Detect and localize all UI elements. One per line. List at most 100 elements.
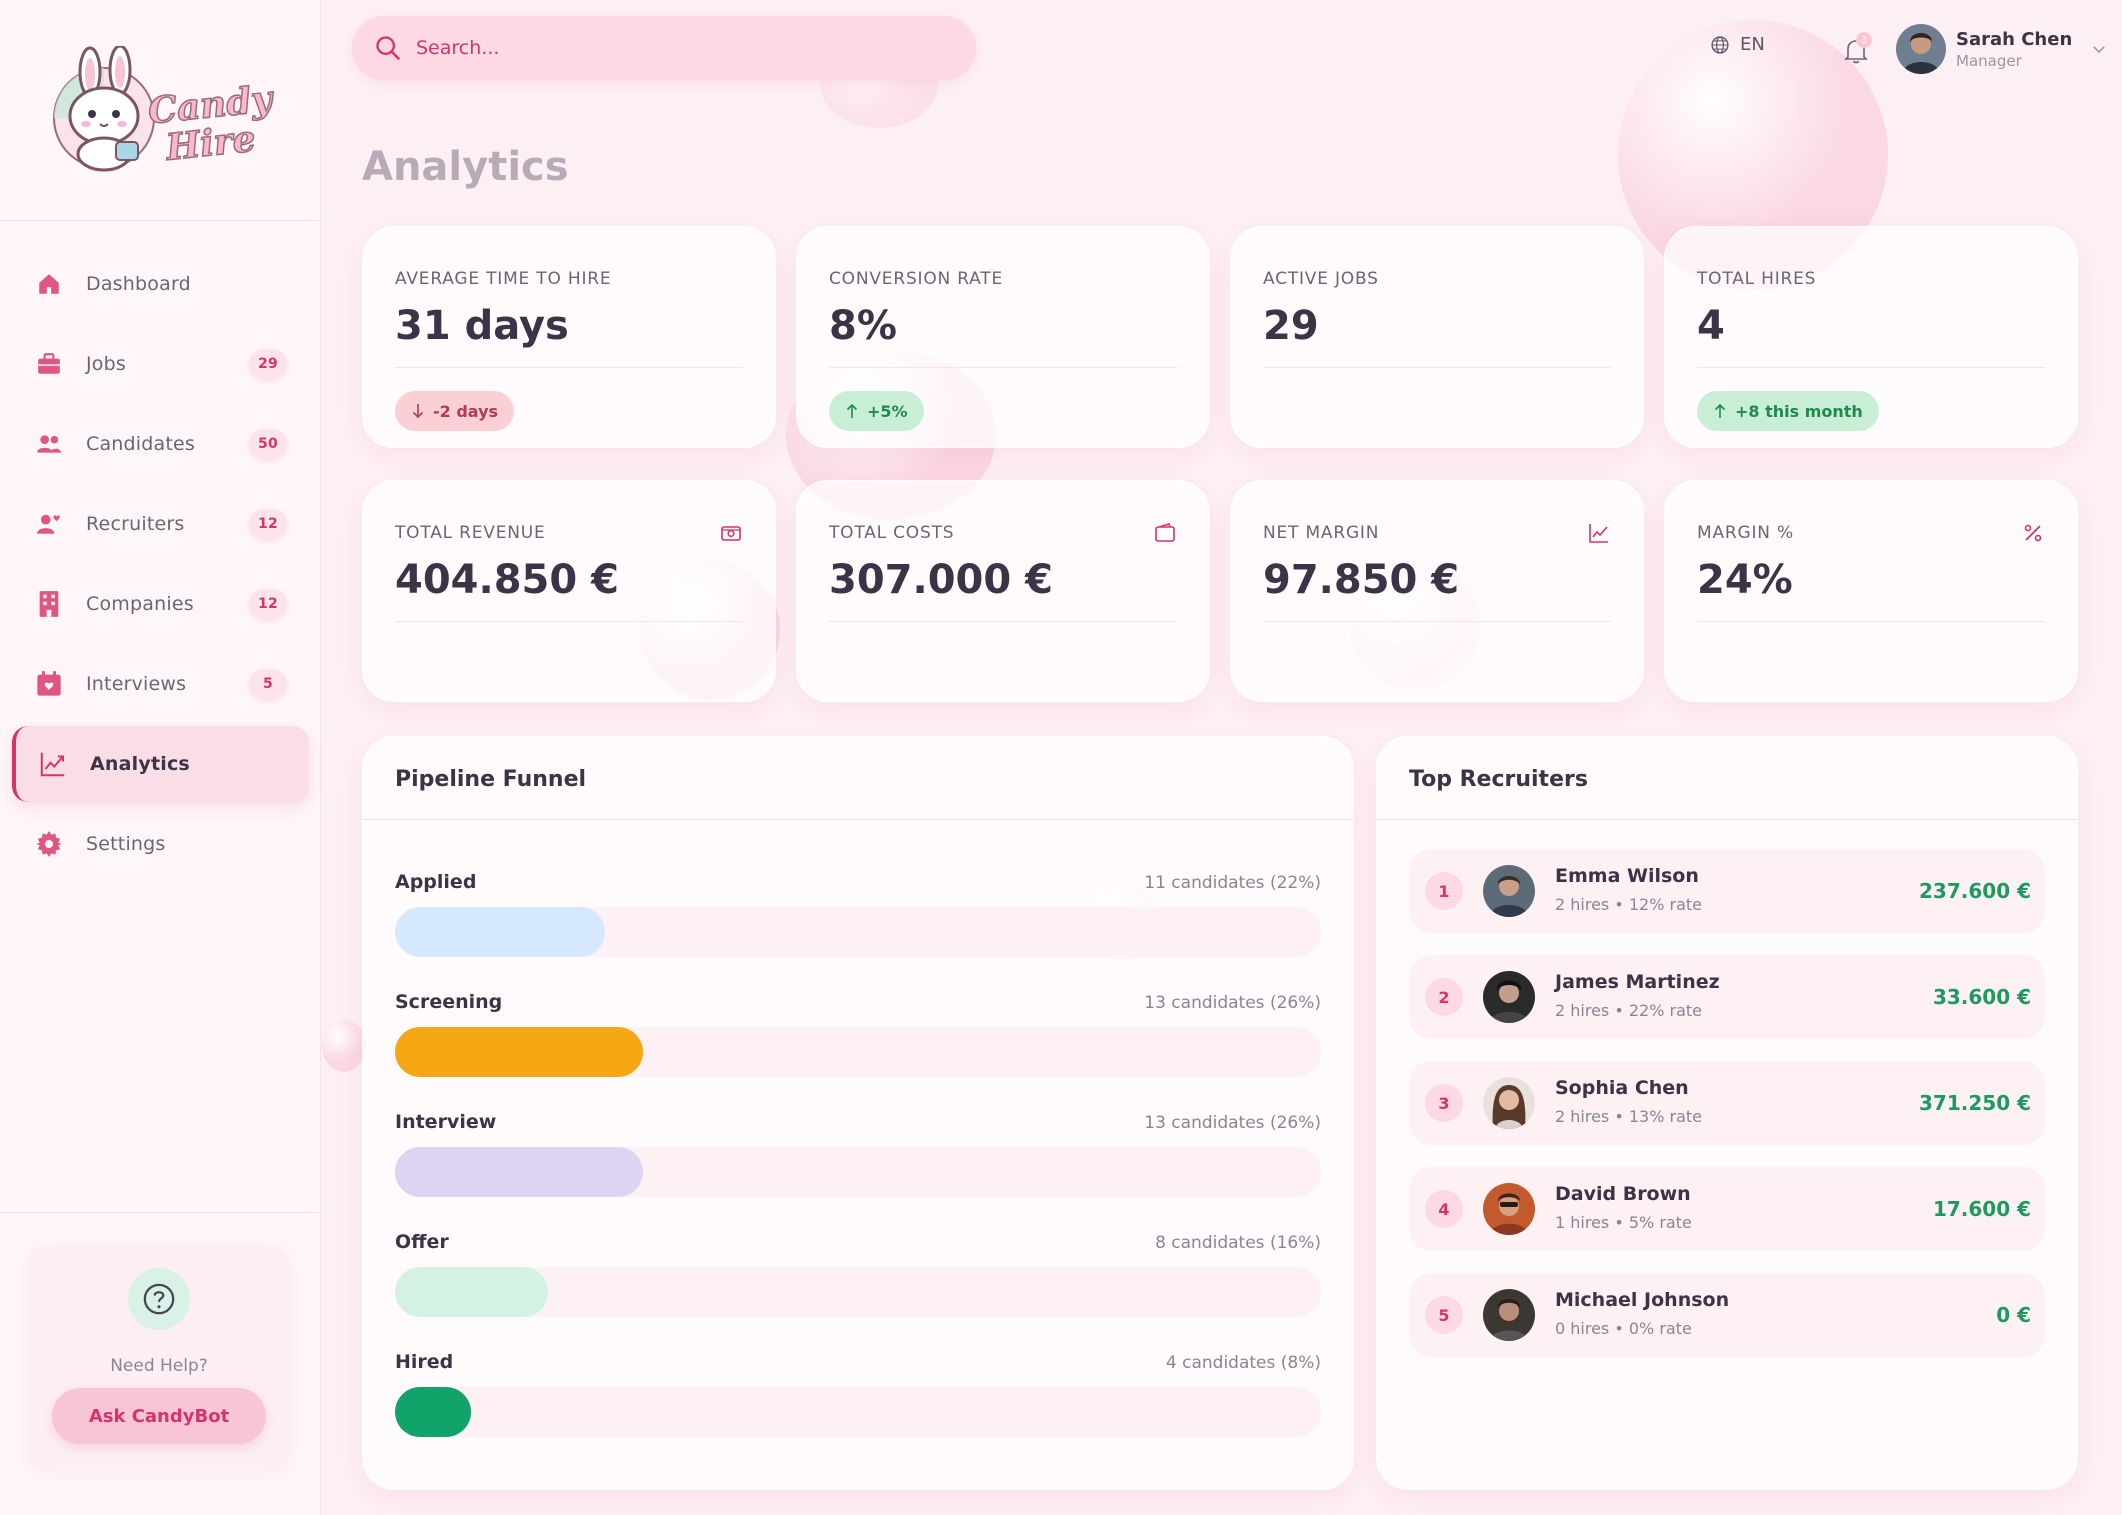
user-name: Sarah Chen [1956,28,2073,50]
sidebar-item-candidates[interactable]: Candidates 50 [12,406,309,482]
sidebar: Candy Hire Dashboard Jobs 29 Candidates … [0,0,321,1515]
stat-label: NET MARGIN [1263,523,1380,543]
gear-icon [34,829,64,859]
panel-title: Pipeline Funnel [395,767,587,792]
trend-up-icon [1589,524,1608,543]
language-selector[interactable]: EN [1710,34,1765,55]
wallet-icon [1155,523,1175,542]
search-icon [376,36,400,60]
avatar [1483,1183,1535,1235]
sidebar-item-label: Jobs [86,353,126,375]
sidebar-item-label: Settings [86,833,166,855]
help-text: Need Help? [110,1356,208,1376]
count-badge: 50 [249,429,287,459]
people-icon [34,429,64,459]
arrow-up-icon [1714,403,1726,418]
briefcase-icon [34,349,64,379]
notification-count-badge: 3 [1856,32,1872,48]
brand-name: Candy Hire [145,77,278,170]
sidebar-item-companies[interactable]: Companies 12 [12,566,309,642]
user-menu[interactable]: Sarah Chen Manager [1896,24,2108,74]
building-icon [34,589,64,619]
count-badge: 5 [249,669,287,699]
avatar [1483,1077,1535,1129]
trend-chip: -2 days [395,391,515,431]
notifications-button[interactable]: 3 [1844,32,1872,66]
panel-title: Top Recruiters [1409,767,1588,792]
sidebar-item-interviews[interactable]: Interviews 5 [12,646,309,722]
trend-chip-label: -2 days [433,401,499,421]
funnel-bar [395,907,605,957]
avatar [1483,865,1535,917]
divider [829,621,1177,622]
recruiter-row[interactable]: 1 Emma Wilson 2 hires • 12% rate 237.600… [1409,849,2045,933]
sidebar-item-label: Companies [86,593,194,615]
sidebar-item-recruiters[interactable]: Recruiters 12 [12,486,309,562]
stat-label: ACTIVE JOBS [1263,269,1379,289]
funnel-bar [395,1027,643,1077]
recruiter-row[interactable]: 2 James Martinez 2 hires • 22% rate 33.6… [1409,955,2045,1039]
rank-badge: 2 [1425,978,1463,1016]
count-badge: 29 [249,349,287,379]
recruiter-stats: 0 hires • 0% rate [1555,1319,1692,1338]
sidebar-item-label: Dashboard [86,273,191,295]
funnel-stage-hired: Hired 4 candidates (8%) [395,1351,1321,1461]
sidebar-item-label: Candidates [86,433,196,455]
sidebar-item-jobs[interactable]: Jobs 29 [12,326,309,402]
divider [363,819,1353,820]
count-badge: 12 [249,589,287,619]
cash-icon [721,526,741,541]
funnel-stage-count: 13 candidates (26%) [1144,993,1321,1013]
funnel-stage-label: Interview [395,1111,497,1133]
recruiter-row[interactable]: 4 David Brown 1 hires • 5% rate 17.600 € [1409,1167,2045,1251]
logo[interactable]: Candy Hire [0,0,320,221]
stat-card-total-hires: TOTAL HIRES 4 +8 this month [1664,226,2078,448]
recruiter-revenue: 33.600 € [1932,985,2031,1009]
funnel-track [395,907,1321,957]
recruiter-row[interactable]: 5 Michael Johnson 0 hires • 0% rate 0 € [1409,1273,2045,1357]
funnel-stage-screening: Screening 13 candidates (26%) [395,991,1321,1101]
recruiter-row[interactable]: 3 Sophia Chen 2 hires • 13% rate 371.250… [1409,1061,2045,1145]
funnel-stage-label: Offer [395,1231,449,1253]
ask-candybot-button[interactable]: Ask CandyBot [52,1388,266,1444]
search-input[interactable] [416,37,936,59]
count-badge: 12 [249,509,287,539]
sidebar-item-settings[interactable]: Settings [12,806,309,882]
funnel-stage-interview: Interview 13 candidates (26%) [395,1111,1321,1221]
trend-chip: +5% [829,391,924,431]
recruiter-revenue: 0 € [1996,1303,2031,1327]
divider [1377,819,2077,820]
top-recruiters-panel: Top Recruiters 1 Emma Wilson 2 hires • 1… [1376,736,2078,1490]
recruiter-name: David Brown [1555,1183,1691,1205]
sidebar-item-analytics[interactable]: Analytics [12,726,309,802]
recruiter-stats: 2 hires • 13% rate [1555,1107,1703,1126]
recruiter-name: Sophia Chen [1555,1077,1689,1099]
divider [395,621,743,622]
stat-label: TOTAL HIRES [1697,269,1817,289]
funnel-track [395,1267,1321,1317]
stat-value: 97.850 € [1263,557,1460,603]
trend-chip: +8 this month [1697,391,1879,431]
recruiter-name: Emma Wilson [1555,865,1699,887]
sidebar-nav: Dashboard Jobs 29 Candidates 50 Recruite… [0,246,321,886]
stat-card-margin-percent: MARGIN % 24% [1664,480,2078,702]
divider [1697,621,2045,622]
recruiter-stats: 2 hires • 22% rate [1555,1001,1703,1020]
funnel-track [395,1387,1321,1437]
decor-bubble [322,1020,366,1072]
funnel-bar [395,1267,548,1317]
stat-card-net-margin: NET MARGIN 97.850 € [1230,480,1644,702]
funnel-stage-count: 13 candidates (26%) [1144,1113,1321,1133]
stat-value: 307.000 € [829,557,1053,603]
percent-icon [2024,524,2042,542]
sidebar-item-dashboard[interactable]: Dashboard [12,246,309,322]
arrow-up-icon [846,403,858,418]
stat-label: MARGIN % [1697,523,1794,543]
recruiter-name: James Martinez [1555,971,1720,993]
sidebar-item-label: Analytics [90,753,190,775]
search-bar[interactable] [352,16,976,80]
stat-label: AVERAGE TIME TO HIRE [395,269,612,289]
chart-line-icon [38,749,68,779]
question-icon [128,1268,190,1330]
funnel-stage-label: Screening [395,991,503,1013]
